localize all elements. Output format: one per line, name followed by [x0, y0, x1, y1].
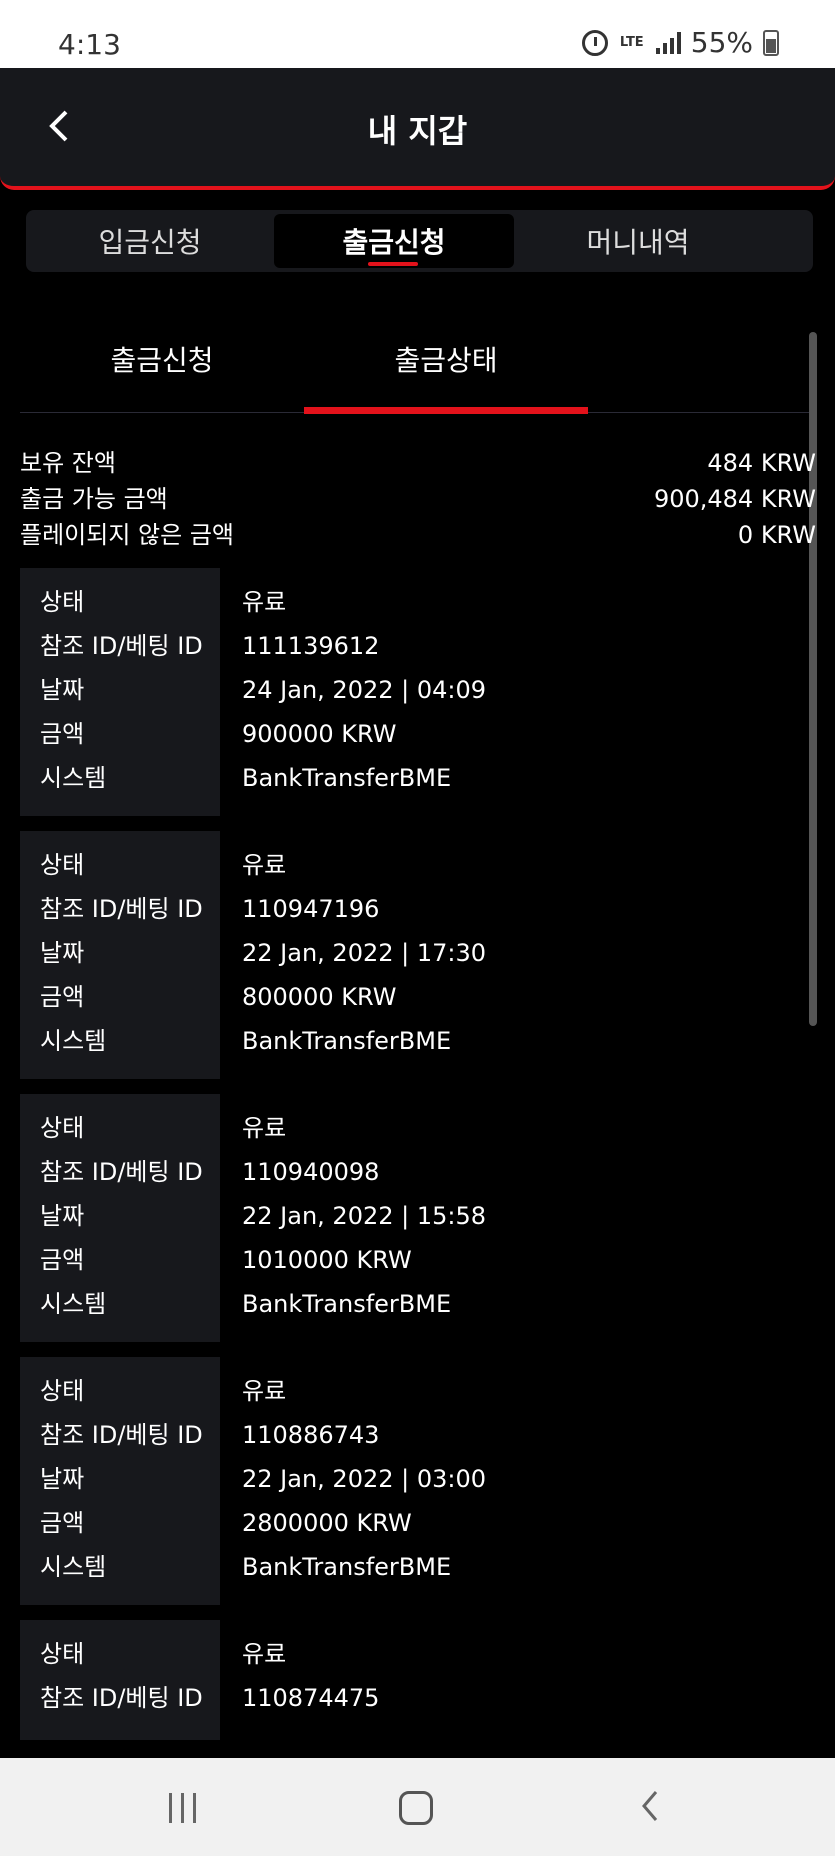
subtab-withdraw-request[interactable]: 출금신청 — [20, 320, 304, 412]
value-ref-id: 110947196 — [242, 895, 380, 923]
summary-label: 보유 잔액 — [20, 449, 116, 477]
value-ref-id: 110886743 — [242, 1421, 380, 1449]
recent-apps-button[interactable] — [152, 1786, 212, 1830]
label-ref-id: 참조 ID/베팅 ID — [40, 1684, 203, 1712]
main-tabs: 입금신청 출금신청 머니내역 — [26, 210, 813, 272]
app-header: 내 지갑 — [0, 68, 835, 190]
value-date: 22 Jan, 2022 | 17:30 — [242, 939, 487, 967]
status-icons: LTE 55% — [581, 26, 779, 59]
value-ref-id: 111139612 — [242, 632, 380, 660]
home-icon — [399, 1791, 433, 1825]
value-ref-id: 110940098 — [242, 1158, 380, 1186]
battery-percent: 55% — [690, 26, 753, 59]
withdraw-record: 상태 유료 참조 ID/베팅 ID 110947196 날짜 22 Jan, 2… — [20, 831, 816, 1079]
tab-deposit-request[interactable]: 입금신청 — [30, 214, 270, 268]
value-status: 유료 — [242, 851, 287, 879]
summary-row-balance: 보유 잔액 484 KRW — [20, 445, 816, 481]
signal-icon — [655, 31, 681, 54]
label-status: 상태 — [40, 1640, 85, 1668]
withdraw-record: 상태 유료 참조 ID/베팅 ID 111139612 날짜 24 Jan, 2… — [20, 568, 816, 816]
back-chevron-icon — [638, 1788, 662, 1828]
value-date: 24 Jan, 2022 | 04:09 — [242, 676, 487, 704]
withdraw-record: 상태 유료 참조 ID/베팅 ID 110886743 날짜 22 Jan, 2… — [20, 1357, 816, 1605]
value-system: BankTransferBME — [242, 1553, 452, 1581]
status-bar: 4:13 LTE 55% — [0, 0, 835, 68]
alarm-icon — [581, 29, 608, 56]
label-system: 시스템 — [40, 1027, 107, 1055]
withdraw-record: 상태 유료 참조 ID/베팅 ID 110940098 날짜 22 Jan, 2… — [20, 1094, 816, 1342]
value-amount: 800000 KRW — [242, 983, 397, 1011]
value-amount: 900000 KRW — [242, 720, 397, 748]
value-system: BankTransferBME — [242, 1290, 452, 1318]
withdraw-record: 상태 유료 참조 ID/베팅 ID 110874475 — [20, 1620, 816, 1740]
label-ref-id: 참조 ID/베팅 ID — [40, 895, 203, 923]
value-amount: 2800000 KRW — [242, 1509, 412, 1537]
label-status: 상태 — [40, 1377, 85, 1405]
summary-label: 플레이되지 않은 금액 — [20, 521, 234, 549]
summary-label: 출금 가능 금액 — [20, 485, 168, 513]
subtab-withdraw-status[interactable]: 출금상태 — [304, 320, 588, 414]
sub-tabs: 출금신청 출금상태 — [20, 320, 815, 414]
tab-withdraw-request[interactable]: 출금신청 — [274, 214, 514, 268]
system-back-button[interactable] — [620, 1786, 680, 1830]
label-ref-id: 참조 ID/베팅 ID — [40, 1158, 203, 1186]
label-date: 날짜 — [40, 1202, 85, 1230]
label-system: 시스템 — [40, 1290, 107, 1318]
value-status: 유료 — [242, 1114, 287, 1142]
label-ref-id: 참조 ID/베팅 ID — [40, 1421, 203, 1449]
page-title: 내 지갑 — [367, 112, 468, 150]
value-system: BankTransferBME — [242, 1027, 452, 1055]
value-ref-id: 110874475 — [242, 1684, 380, 1712]
tab-money-history[interactable]: 머니내역 — [518, 214, 758, 268]
value-system: BankTransferBME — [242, 764, 452, 792]
label-date: 날짜 — [40, 1465, 85, 1493]
label-date: 날짜 — [40, 939, 85, 967]
summary-value: 0 KRW — [737, 521, 816, 549]
label-system: 시스템 — [40, 1553, 107, 1581]
status-time: 4:13 — [58, 28, 121, 61]
summary-value: 900,484 KRW — [653, 485, 816, 513]
label-amount: 금액 — [40, 983, 85, 1011]
withdraw-status-list: 상태 유료 참조 ID/베팅 ID 111139612 날짜 24 Jan, 2… — [20, 568, 816, 1740]
recent-apps-icon — [168, 1793, 196, 1823]
label-amount: 금액 — [40, 720, 85, 748]
label-system: 시스템 — [40, 764, 107, 792]
balance-summary: 보유 잔액 484 KRW 출금 가능 금액 900,484 KRW 플레이되지… — [20, 445, 816, 553]
label-status: 상태 — [40, 1114, 85, 1142]
value-status: 유료 — [242, 1640, 287, 1668]
value-status: 유료 — [242, 588, 287, 616]
value-status: 유료 — [242, 1377, 287, 1405]
label-status: 상태 — [40, 851, 85, 879]
label-amount: 금액 — [40, 1246, 85, 1274]
value-date: 22 Jan, 2022 | 03:00 — [242, 1465, 487, 1493]
lte-icon: LTE — [619, 35, 644, 50]
summary-row-unplayed: 플레이되지 않은 금액 0 KRW — [20, 517, 816, 553]
home-button[interactable] — [386, 1786, 446, 1830]
label-ref-id: 참조 ID/베팅 ID — [40, 632, 203, 660]
system-nav-bar — [0, 1758, 835, 1856]
value-amount: 1010000 KRW — [242, 1246, 412, 1274]
label-date: 날짜 — [40, 676, 85, 704]
value-date: 22 Jan, 2022 | 15:58 — [242, 1202, 487, 1230]
label-status: 상태 — [40, 588, 85, 616]
battery-icon — [763, 29, 779, 56]
summary-row-withdrawable: 출금 가능 금액 900,484 KRW — [20, 481, 816, 517]
summary-value: 484 KRW — [707, 449, 816, 477]
label-amount: 금액 — [40, 1509, 85, 1537]
